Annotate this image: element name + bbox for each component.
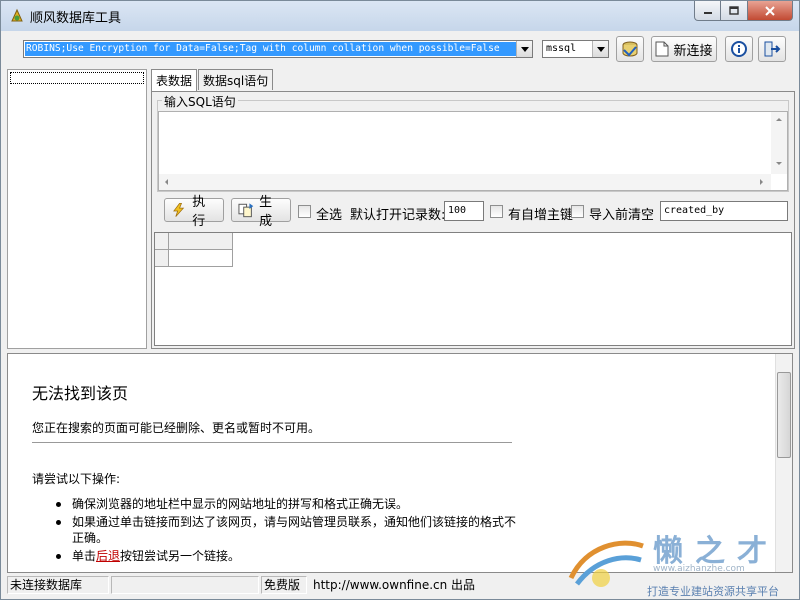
window-controls: [694, 1, 793, 21]
grid-column-header[interactable]: [169, 233, 233, 250]
sql-horizontal-scrollbar[interactable]: [159, 174, 771, 190]
info-icon: [731, 41, 747, 57]
scrollbar-thumb[interactable]: [777, 372, 791, 458]
new-doc-icon: [655, 41, 669, 57]
auto-pk-label: 有自增主键: [508, 208, 574, 223]
error-title: 无法找到该页: [32, 384, 129, 403]
db-type-value: mssql: [546, 43, 577, 54]
divider: [32, 442, 512, 443]
window-title: 顺风数据库工具: [30, 11, 122, 26]
database-icon: [622, 41, 638, 57]
open-records-input[interactable]: 100: [444, 201, 484, 221]
app-icon: [11, 8, 23, 22]
new-connection-label: 新连接: [673, 43, 713, 59]
list-item: 确保浏览器的地址栏中显示的网站地址的拼写和格式正确无误。: [56, 496, 516, 512]
connection-status: 未连接数据库: [7, 576, 109, 594]
execute-label: 执行: [192, 195, 206, 229]
minimize-button[interactable]: [694, 1, 721, 21]
tip-prefix: 单击: [72, 549, 97, 563]
status-panel-blank: [111, 576, 259, 594]
data-grid[interactable]: [154, 232, 792, 346]
select-all-label: 全选: [316, 208, 343, 223]
exit-icon: [764, 41, 781, 57]
grid-corner-cell[interactable]: [155, 233, 169, 250]
clear-before-import-label: 导入前清空: [589, 208, 655, 223]
maximize-button[interactable]: [721, 1, 748, 21]
connection-string-value: ROBINS;Use Encryption for Data=False;Tag…: [25, 42, 517, 56]
clear-before-import-checkbox[interactable]: [571, 205, 584, 218]
tab-bar: 表数据 数据sql语句: [151, 69, 274, 92]
connection-string-select[interactable]: ROBINS;Use Encryption for Data=False;Tag…: [23, 40, 533, 58]
maximize-icon: [729, 5, 739, 15]
tab-content: 输入SQL语句 执行 生成 全选 默认打开记录数: 100 有自增主键 导入前清…: [151, 91, 795, 349]
info-button[interactable]: [725, 36, 753, 62]
tips-list: 确保浏览器的地址栏中显示的网站地址的拼写和格式正确无误。 如果通过单击链接而到达…: [56, 496, 516, 566]
new-connection-button[interactable]: 新连接: [651, 36, 717, 62]
db-type-select[interactable]: mssql: [542, 40, 609, 58]
exit-button[interactable]: [758, 36, 786, 62]
credit-label: http://www.ownfine.cn 出品: [313, 578, 476, 592]
list-item: 如果通过单击链接而到达了该网页，请与网站管理员联系，通知他们该链接的格式不正确。: [56, 514, 516, 546]
action-row: 执行 生成 全选 默认打开记录数: 100 有自增主键 导入前清空 create…: [152, 195, 794, 229]
close-button[interactable]: [748, 1, 793, 21]
chevron-down-icon[interactable]: [592, 41, 608, 57]
status-bar: 未连接数据库 免费版 http://www.ownfine.cn 出品: [1, 575, 799, 599]
sql-group: 输入SQL语句: [157, 93, 789, 192]
grid-cell[interactable]: [169, 250, 233, 267]
tip-suffix: 按钮尝试另一个链接。: [120, 549, 241, 563]
edition-label: 免费版: [261, 576, 307, 594]
generate-label: 生成: [259, 195, 273, 229]
sql-vertical-scrollbar[interactable]: [771, 112, 787, 174]
tab-sql-statements[interactable]: 数据sql语句: [198, 69, 274, 90]
field-input[interactable]: created_by: [660, 201, 788, 221]
generate-icon: [238, 203, 254, 218]
sql-group-label: 输入SQL语句: [162, 93, 238, 110]
scroll-arrows-icon: [776, 118, 782, 165]
app-window: 顺风数据库工具 ROBINS;Use Encryption for Data=F…: [0, 0, 800, 600]
minimize-icon: [703, 11, 712, 14]
chevron-down-icon[interactable]: [516, 41, 532, 57]
grid-row-header[interactable]: [155, 250, 169, 267]
table-list-panel[interactable]: [7, 69, 147, 349]
database-button[interactable]: [616, 36, 644, 62]
error-description: 您正在搜索的页面可能已经删除、更名或暂时不可用。: [32, 421, 321, 435]
tab-table-data[interactable]: 表数据: [151, 69, 198, 92]
title-bar: 顺风数据库工具: [1, 1, 799, 31]
toolbar: ROBINS;Use Encryption for Data=False;Tag…: [1, 31, 799, 67]
open-records-label: 默认打开记录数:: [350, 208, 446, 223]
sql-input[interactable]: [158, 111, 788, 191]
watermark-url: www.aizhanzhe.com: [653, 564, 745, 574]
close-icon: [765, 5, 775, 16]
table-list-item[interactable]: [10, 72, 144, 84]
select-all-checkbox[interactable]: [298, 205, 311, 218]
execute-button[interactable]: 执行: [164, 195, 224, 229]
back-link[interactable]: 后退: [96, 549, 120, 563]
lightning-icon: [173, 202, 185, 217]
auto-pk-checkbox[interactable]: [490, 205, 503, 218]
list-item: 单击后退按钮尝试另一个链接。: [56, 548, 516, 564]
generate-button[interactable]: 生成: [231, 195, 291, 229]
scroll-arrows-icon: [165, 179, 763, 185]
try-text: 请尝试以下操作:: [32, 472, 121, 486]
